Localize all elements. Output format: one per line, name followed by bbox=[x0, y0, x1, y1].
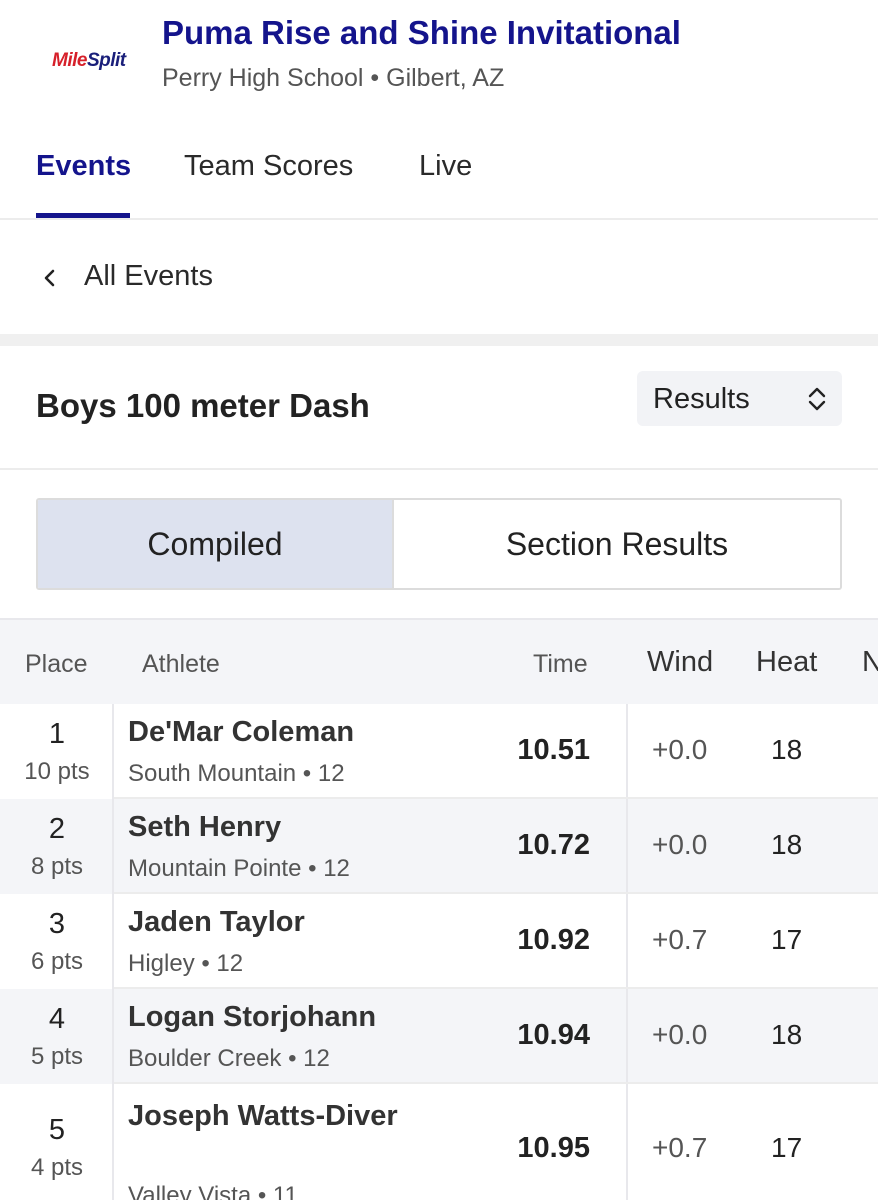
athlete-name[interactable]: Logan Storjohann bbox=[128, 1001, 376, 1034]
header-extra-cut[interactable]: N bbox=[862, 646, 878, 679]
place-number: 1 bbox=[48, 718, 66, 750]
place-number: 2 bbox=[48, 813, 66, 845]
chevron-left-icon bbox=[44, 269, 55, 287]
place-points: 10 pts bbox=[24, 758, 90, 785]
place-points: 8 pts bbox=[30, 853, 84, 880]
table-header: Place Athlete Time Wind Heat N bbox=[0, 618, 878, 704]
place-number: 5 bbox=[48, 1114, 66, 1146]
table-row[interactable]: 1 10 pts De'Mar Coleman South Mountain •… bbox=[0, 704, 878, 799]
header-time[interactable]: Time bbox=[533, 650, 588, 679]
result-time: 10.94 bbox=[517, 1019, 590, 1051]
athlete-team-grade: South Mountain • 12 bbox=[128, 760, 345, 787]
column-divider bbox=[626, 799, 628, 894]
table-row[interactable]: 2 8 pts Seth Henry Mountain Pointe • 12 … bbox=[0, 799, 878, 894]
meet-title: Puma Rise and Shine Invitational bbox=[162, 14, 681, 51]
heat-number: 17 bbox=[771, 924, 803, 955]
place-cell: 4 5 pts bbox=[0, 989, 114, 1084]
view-select-value: Results bbox=[653, 383, 750, 415]
athlete-name[interactable]: Jaden Taylor bbox=[128, 906, 305, 939]
wind-reading: +0.0 bbox=[652, 734, 708, 765]
heat-number: 18 bbox=[771, 829, 803, 860]
result-time: 10.51 bbox=[517, 734, 590, 766]
place-cell: 1 10 pts bbox=[0, 704, 114, 799]
result-time: 10.95 bbox=[517, 1132, 590, 1164]
header-athlete[interactable]: Athlete bbox=[142, 650, 220, 679]
column-divider bbox=[626, 894, 628, 989]
place-points: 6 pts bbox=[30, 948, 84, 975]
meet-header: MileSplit Puma Rise and Shine Invitation… bbox=[0, 0, 878, 110]
section-separator bbox=[0, 334, 878, 346]
place-cell: 3 6 pts bbox=[0, 894, 114, 989]
all-events-link[interactable]: All Events bbox=[0, 222, 878, 334]
logo-split-text: Split bbox=[86, 50, 126, 71]
table-row[interactable]: 4 5 pts Logan Storjohann Boulder Creek •… bbox=[0, 989, 878, 1084]
result-time: 10.72 bbox=[517, 829, 590, 861]
all-events-label: All Events bbox=[84, 260, 213, 292]
wind-reading: +0.7 bbox=[652, 1132, 708, 1163]
results-mode-toggle: Compiled Section Results bbox=[36, 498, 842, 590]
heat-number: 18 bbox=[771, 1019, 803, 1050]
compiled-button[interactable]: Compiled bbox=[38, 500, 394, 588]
column-divider bbox=[626, 1084, 628, 1200]
tab-events[interactable]: Events bbox=[36, 150, 131, 183]
athlete-team-grade: Valley Vista • 11 bbox=[128, 1182, 298, 1200]
header-wind[interactable]: Wind bbox=[647, 646, 713, 679]
wind-reading: +0.0 bbox=[652, 1019, 708, 1050]
heat-number: 17 bbox=[771, 1132, 803, 1163]
section-results-button[interactable]: Section Results bbox=[394, 500, 840, 588]
tab-live[interactable]: Live bbox=[419, 150, 472, 183]
athlete-team-grade: Mountain Pointe • 12 bbox=[128, 855, 350, 882]
athlete-name[interactable]: Joseph Watts-Diver bbox=[128, 1094, 408, 1138]
wind-reading: +0.7 bbox=[652, 924, 708, 955]
result-time: 10.92 bbox=[517, 924, 590, 956]
sort-updown-icon bbox=[808, 387, 826, 411]
logo-mile-text: Mile bbox=[52, 50, 87, 71]
wind-reading: +0.0 bbox=[652, 829, 708, 860]
event-title: Boys 100 meter Dash bbox=[36, 387, 370, 424]
athlete-team-grade: Boulder Creek • 12 bbox=[128, 1045, 330, 1072]
place-number: 3 bbox=[48, 908, 66, 940]
column-divider bbox=[626, 704, 628, 799]
milesplit-logo[interactable]: MileSplit bbox=[52, 50, 126, 72]
athlete-name[interactable]: Seth Henry bbox=[128, 811, 281, 844]
heat-number: 18 bbox=[771, 734, 803, 765]
athlete-name[interactable]: De'Mar Coleman bbox=[128, 716, 354, 749]
table-row[interactable]: 5 4 pts Joseph Watts-Diver Valley Vista … bbox=[0, 1084, 878, 1200]
tab-team-scores[interactable]: Team Scores bbox=[184, 150, 353, 183]
place-number: 4 bbox=[48, 1003, 66, 1035]
athlete-team-grade: Higley • 12 bbox=[128, 950, 244, 977]
place-points: 4 pts bbox=[30, 1154, 84, 1181]
table-row[interactable]: 3 6 pts Jaden Taylor Higley • 12 10.92 +… bbox=[0, 894, 878, 989]
place-cell: 5 4 pts bbox=[0, 1084, 114, 1200]
header-heat[interactable]: Heat bbox=[756, 646, 817, 679]
meet-tabs: Events Team Scores Live bbox=[0, 130, 878, 220]
active-tab-indicator bbox=[36, 213, 130, 218]
meet-location: Perry High School • Gilbert, AZ bbox=[162, 64, 505, 92]
divider bbox=[0, 468, 878, 470]
column-divider bbox=[626, 989, 628, 1084]
results-view-select[interactable]: Results bbox=[637, 371, 842, 426]
header-place[interactable]: Place bbox=[25, 650, 88, 679]
place-points: 5 pts bbox=[30, 1043, 84, 1070]
place-cell: 2 8 pts bbox=[0, 799, 114, 894]
